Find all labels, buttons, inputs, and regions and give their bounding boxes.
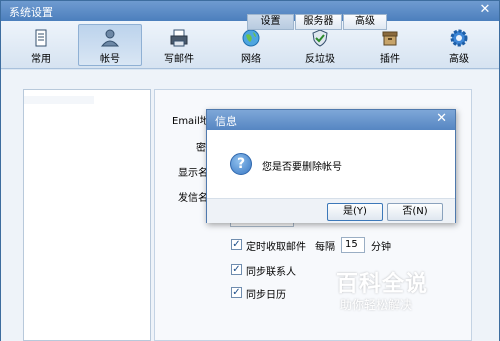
account-list-item[interactable]	[24, 96, 94, 104]
tab-settings[interactable]: 设置	[247, 14, 294, 30]
toolbar-item-antispam[interactable]: 反垃圾	[288, 24, 352, 66]
shield-icon	[312, 29, 328, 47]
tab-server[interactable]: 服务器	[295, 14, 342, 30]
sync-contacts-checkbox[interactable]: ✓	[231, 264, 242, 275]
toolbar-item-label: 帐号	[100, 54, 120, 65]
interval-unit: 分钟	[371, 242, 391, 253]
printer-icon	[170, 29, 188, 47]
sync-contacts-row: ✓ 同步联系人	[231, 262, 351, 278]
account-list[interactable]	[23, 89, 151, 341]
toolbar-item-advanced[interactable]: 高级	[427, 24, 491, 66]
sync-contacts-label: 同步联系人	[246, 267, 296, 278]
dialog-message: 您是否要删除帐号	[262, 162, 342, 173]
password-field-label: 密	[196, 143, 206, 154]
globe-icon	[242, 29, 260, 47]
watermark-subtitle: 助你轻松解决	[340, 298, 413, 312]
sender-name-field-label: 发信名	[178, 193, 208, 204]
toolbar-item-label: 写邮件	[164, 54, 194, 65]
interval-prefix: 每隔	[315, 242, 335, 253]
toolbar-item-label: 高级	[449, 54, 469, 65]
fetch-mail-row: ✓ 定时收取邮件 每隔 15 分钟	[231, 237, 411, 253]
dialog-title: 信息	[215, 115, 237, 128]
dialog-titlebar: 信息 ✕	[207, 110, 455, 130]
window-close-button[interactable]: ✕	[477, 2, 493, 18]
box-icon	[382, 31, 398, 46]
email-field-label: Email地	[172, 116, 210, 127]
window-title: 系统设置	[9, 6, 53, 19]
watermark-title: 百科全说	[336, 272, 429, 297]
question-icon: ?	[230, 153, 252, 175]
toolbar-item-common[interactable]: 常用	[9, 24, 73, 66]
toolbar-item-compose[interactable]: 写邮件	[147, 24, 211, 66]
confirm-dialog: 信息 ✕ ? 您是否要删除帐号 是(Y) 否(N)	[206, 109, 456, 223]
yes-button[interactable]: 是(Y)	[327, 203, 383, 221]
toolbar-item-label: 网络	[241, 54, 261, 65]
toolbar-item-label: 插件	[380, 54, 400, 65]
dialog-footer: 是(Y) 否(N)	[207, 198, 455, 223]
fetch-mail-checkbox[interactable]: ✓	[231, 239, 242, 250]
toolbar-item-network[interactable]: 网络	[219, 24, 283, 66]
sync-calendar-checkbox[interactable]: ✓	[231, 287, 242, 298]
dialog-close-button[interactable]: ✕	[436, 111, 447, 126]
settings-window: 系统设置 ✕ 常用 帐号 写邮件 网络 反垃圾 插件 高级 设置 服务器 高级 …	[0, 0, 500, 341]
interval-input[interactable]: 15	[341, 237, 365, 253]
sync-calendar-row: ✓ 同步日历	[231, 285, 351, 301]
user-icon	[100, 29, 120, 47]
no-button[interactable]: 否(N)	[387, 203, 443, 221]
toolbar-item-label: 反垃圾	[305, 54, 335, 65]
display-name-field-label: 显示名	[178, 168, 208, 179]
toolbar-item-label: 常用	[31, 54, 51, 65]
sync-calendar-label: 同步日历	[246, 290, 286, 301]
fetch-mail-label: 定时收取邮件	[246, 242, 306, 253]
tab-advanced[interactable]: 高级	[343, 14, 387, 30]
toolbar-item-plugins[interactable]: 插件	[358, 24, 422, 66]
toolbar-item-account[interactable]: 帐号	[78, 24, 142, 66]
gear-icon	[450, 29, 468, 47]
watermark: 百科全说 助你轻松解决	[336, 266, 466, 314]
document-icon	[35, 29, 47, 47]
